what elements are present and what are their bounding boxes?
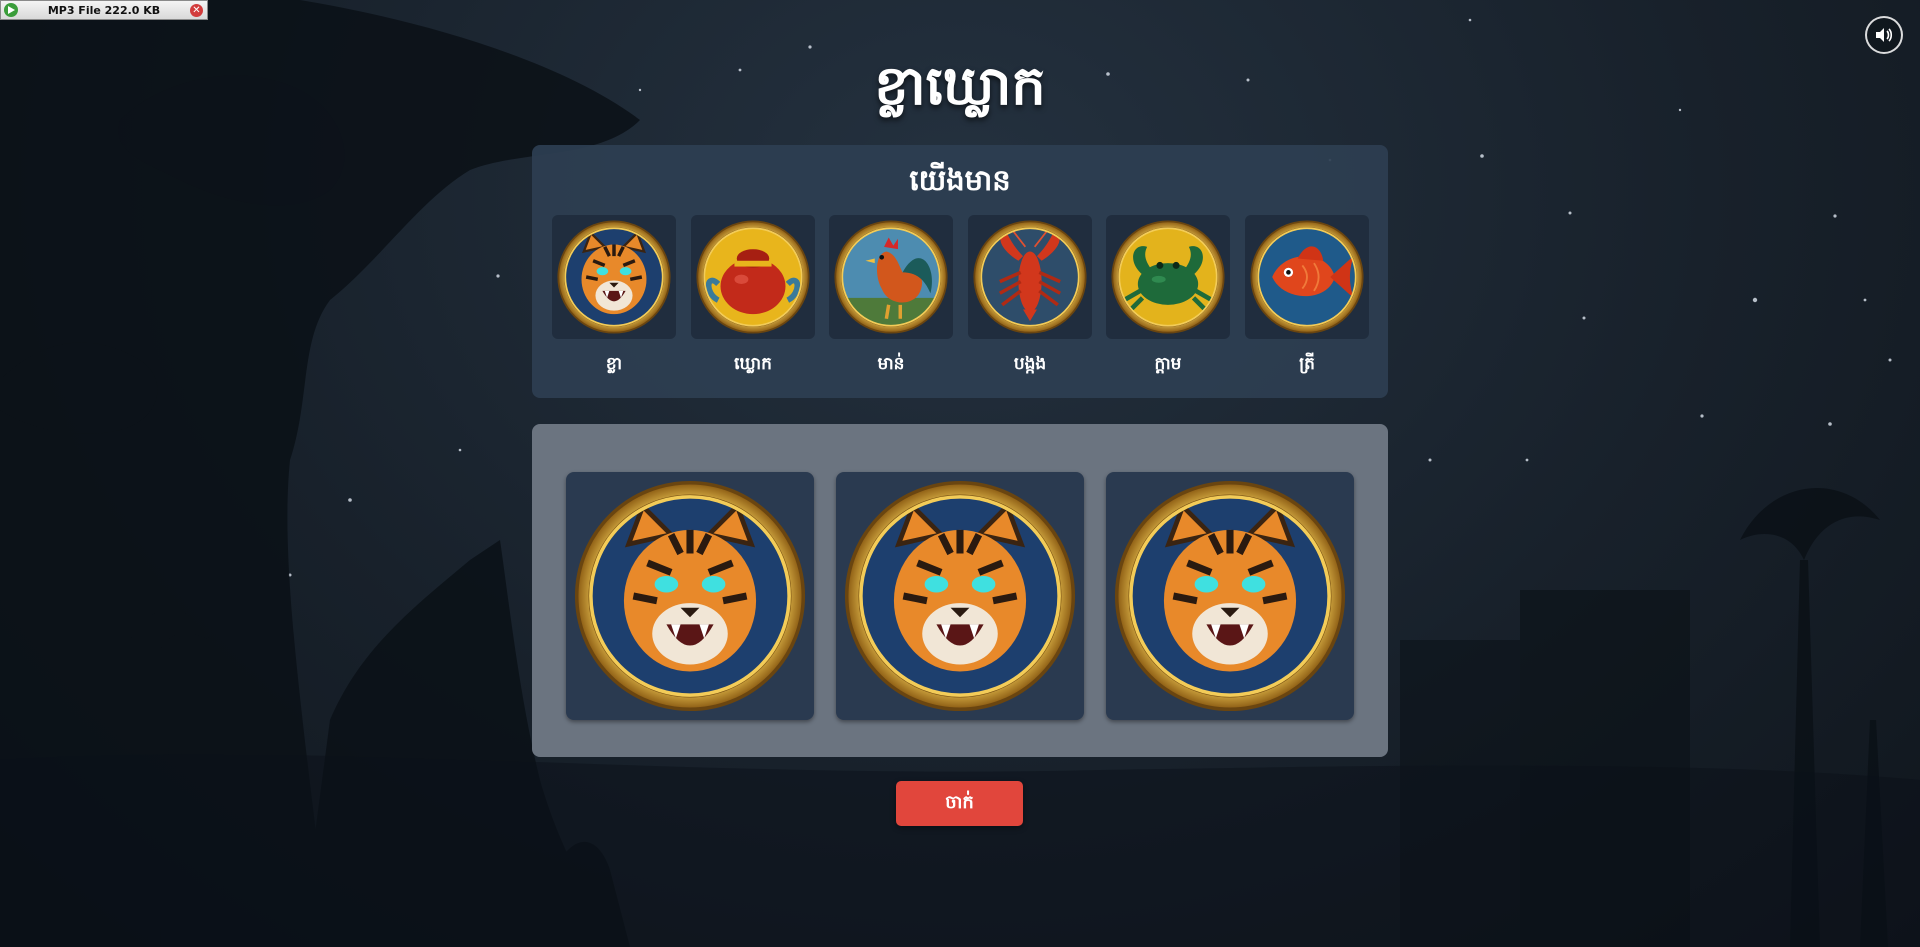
rooster-icon: [834, 220, 948, 334]
symbol-item-crab: ក្តាម: [1106, 215, 1230, 375]
play-icon[interactable]: [4, 3, 18, 17]
dice-slot-1: [566, 472, 814, 720]
fish-icon: [1250, 220, 1364, 334]
symbols-panel: យើងមាន ខ្លា ឃ្លោក មាន់ បង្កង ក្តាម ត្រី: [532, 145, 1388, 398]
tiger-icon: [1114, 480, 1346, 712]
sound-toggle-button[interactable]: [1865, 16, 1903, 54]
tiger-icon: [557, 220, 671, 334]
mp3-player-bar[interactable]: MP3 File 222.0 KB ✕: [0, 0, 208, 20]
dice-slot-2: [836, 472, 1084, 720]
crab-icon: [1111, 220, 1225, 334]
tiger-icon: [574, 480, 806, 712]
speaker-icon: [1876, 28, 1893, 42]
game-title: ខ្លាឃ្លោក: [874, 54, 1046, 117]
dice-slot-3: [1106, 472, 1354, 720]
mp3-file-label: MP3 File 222.0 KB: [47, 3, 161, 17]
panel-heading: យើងមាន: [909, 163, 1011, 197]
close-icon[interactable]: ✕: [190, 3, 203, 17]
symbol-item-tiger: ខ្លា: [552, 215, 676, 375]
symbol-label: មាន់: [877, 354, 905, 374]
symbol-item-fish: ត្រី: [1245, 215, 1369, 375]
symbol-item-gourd: ឃ្លោក: [691, 215, 815, 375]
symbol-item-lobster: បង្កង: [968, 215, 1092, 375]
symbol-label: ត្រី: [1299, 354, 1315, 374]
roll-button[interactable]: ចាក់: [896, 781, 1023, 826]
tiger-icon: [844, 480, 1076, 712]
symbol-label: ខ្លា: [605, 354, 623, 374]
symbol-item-rooster: មាន់: [829, 215, 953, 375]
dice-board: [532, 424, 1388, 757]
symbol-label: ក្តាម: [1154, 354, 1182, 374]
lobster-icon: [973, 220, 1087, 334]
gourd-icon: [696, 220, 810, 334]
symbol-label: បង្កង: [1013, 354, 1047, 374]
symbol-label: ឃ្លោក: [734, 354, 772, 374]
